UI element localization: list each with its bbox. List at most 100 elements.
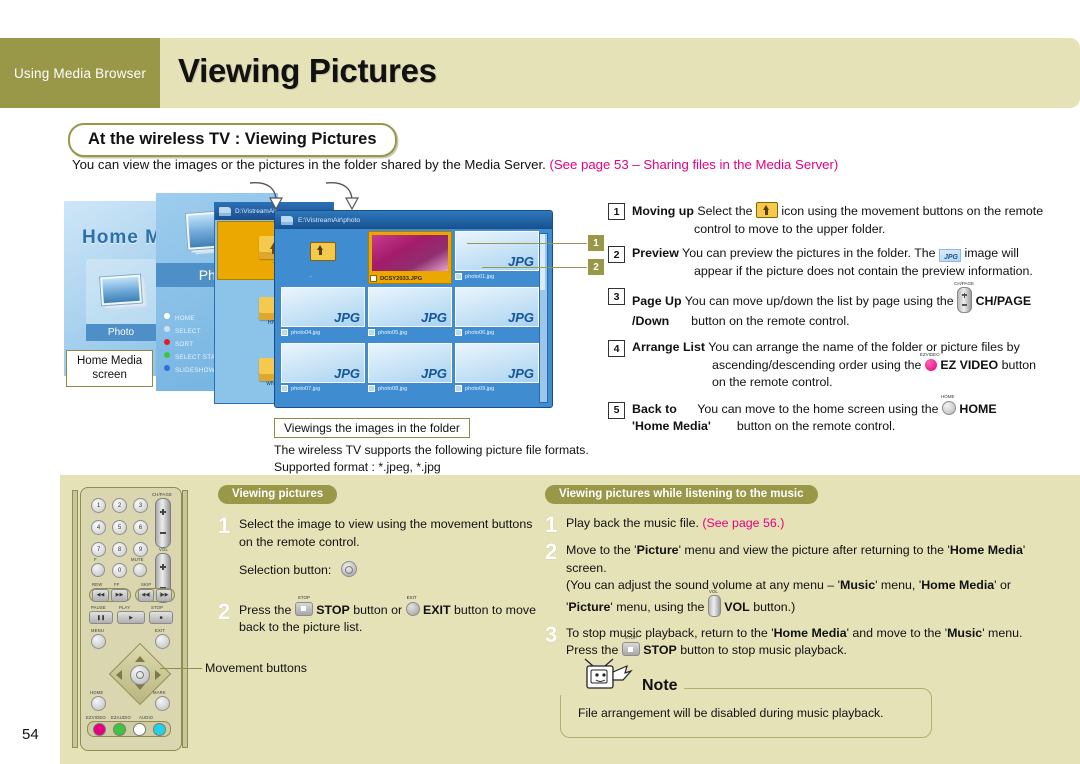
remote-key-9[interactable]: 9	[133, 542, 148, 557]
photo-stack-icon	[99, 273, 143, 307]
thumbnail-grid-shot: E:\VistreamAir\photo .. DCSY2033.JPG JPG	[274, 210, 553, 408]
thumbnail-item[interactable]: JPG photo01.jpg	[455, 231, 539, 284]
page-number: 54	[22, 726, 39, 743]
thumbnail-up-folder[interactable]: ..	[281, 231, 365, 284]
folder-note-label: Viewings the images in the folder	[274, 418, 470, 438]
vol-button-name: VOL	[724, 599, 750, 614]
remote-key-8[interactable]: 8	[112, 542, 127, 557]
exit-button-icon: EXIT	[405, 595, 420, 616]
thumbnail-name: ..	[309, 273, 313, 279]
instruction-line-2: ascending/descending order using the EZV…	[632, 352, 1036, 375]
remote-key-0[interactable]: 0	[112, 563, 127, 578]
checkbox-icon[interactable]	[281, 385, 288, 392]
step-text: Select the image to view using the movem…	[239, 516, 532, 580]
checkbox-icon[interactable]	[368, 385, 375, 392]
home-button-name: HOME	[959, 401, 997, 416]
checkbox-icon[interactable]	[455, 329, 462, 336]
instruction-body: Arrange List You can arrange the name of…	[632, 339, 1036, 392]
dpad-right-icon[interactable]	[155, 670, 161, 680]
remote-pause-button[interactable]: ❚❚	[89, 611, 113, 624]
thumbnail-image: JPG	[368, 287, 452, 327]
movement-buttons-leader	[160, 668, 202, 670]
thumbnail-scrollbar[interactable]	[539, 233, 548, 403]
dpad-up-icon[interactable]	[135, 656, 145, 662]
instruction-line-2: button on the remote control.	[691, 314, 850, 329]
thumbnail-item[interactable]: JPG photo07.jpg	[281, 343, 365, 396]
checkbox-icon[interactable]	[281, 329, 288, 336]
checkbox-icon[interactable]	[455, 385, 462, 392]
thumbnail-item[interactable]: JPG photo04.jpg	[281, 287, 365, 340]
remote-play-label: PLAY	[119, 605, 131, 610]
remote-ff-label: FF	[114, 582, 120, 587]
remote-skip-prev-button[interactable]: ◀◀|	[138, 588, 154, 602]
step-number: 1	[218, 513, 231, 538]
thumbnail-item[interactable]: JPG photo09.jpg	[455, 343, 539, 396]
remote-key-7[interactable]: 7	[91, 542, 106, 557]
remote-key-2[interactable]: 2	[112, 498, 127, 513]
remote-flash-button[interactable]	[91, 563, 105, 577]
remote-stop-label: STOP	[151, 605, 164, 610]
thumbnail-name: photo07.jpg	[291, 385, 321, 392]
instruction-number: 5	[608, 401, 625, 419]
remote-mute-button[interactable]	[133, 563, 147, 577]
remote-skip-next-button[interactable]: |▶▶	[156, 588, 172, 602]
callout-leader-2	[482, 267, 587, 268]
flow-arrow-icon	[325, 182, 360, 211]
remote-key-4[interactable]: 4	[91, 520, 106, 535]
step2-l3c: ' menu, '	[875, 578, 922, 593]
remote-menu-label: MENU	[91, 628, 105, 633]
thumbnail-item[interactable]: JPG photo08.jpg	[368, 343, 452, 396]
thumbnail-selected[interactable]: DCSY2033.JPG	[368, 231, 452, 284]
chpage-rocker-icon: CH/PAGE	[954, 281, 974, 314]
remote-chpage-rocker[interactable]	[155, 498, 171, 548]
remote-white-button[interactable]	[132, 722, 146, 736]
instruction-after: image will	[961, 246, 1019, 261]
thumbnail-image: JPG	[455, 231, 539, 271]
page-title: Viewing Pictures	[178, 52, 437, 89]
remote-ff-button[interactable]: ▶▶	[111, 588, 128, 602]
vol-rocker-icon: VOL	[707, 589, 721, 617]
remote-ezaudio-button[interactable]	[112, 722, 126, 736]
step-line-1: Select the image to view using the movem…	[239, 517, 533, 531]
remote-mark-button[interactable]	[155, 696, 170, 711]
step2-l4c: ' menu, using the	[610, 599, 708, 614]
remote-audio-button[interactable]	[152, 722, 166, 736]
remote-control-illustration: 1 2 3 4 5 6 7 8 9 F 0 MUTE CH/PAGE VOL R…	[72, 487, 188, 751]
remote-audio-label: AUDIO	[139, 715, 154, 720]
remote-key-1[interactable]: 1	[91, 498, 106, 513]
remote-home-label: HOME	[90, 690, 104, 695]
instruction-before: You can arrange the name of the folder o…	[704, 340, 1020, 355]
remote-ezvideo-button[interactable]	[92, 722, 106, 736]
step-number: 3	[545, 621, 558, 647]
remote-home-button[interactable]	[91, 696, 106, 711]
remote-key-6[interactable]: 6	[133, 520, 148, 535]
remote-color-buttons-group	[87, 721, 171, 737]
lower-left-step-2: 2 Press the STOP STOP button or EXIT EXI…	[218, 595, 538, 637]
dpad-select-button[interactable]	[130, 665, 150, 685]
instruction-before: You can move to the home screen using th…	[676, 401, 942, 416]
remote-rew-button[interactable]: ◀◀	[92, 588, 109, 602]
remote-key-3[interactable]: 3	[133, 498, 148, 513]
selection-button-row: Selection button:	[239, 561, 532, 580]
dpad-left-icon[interactable]	[116, 670, 122, 680]
remote-stop-button[interactable]: ■	[149, 611, 173, 624]
step3-l1b: Home Media	[773, 625, 847, 640]
step-pre: Press the	[239, 602, 295, 617]
checkbox-icon[interactable]	[370, 275, 377, 282]
stop-icon-label: STOP	[297, 594, 310, 600]
legend-item-slideshow: SLIDESHOW	[164, 365, 215, 374]
home-media-caption: Home Media screen	[66, 350, 154, 387]
remote-ezaudio-label: EZAUDIO	[111, 715, 132, 720]
thumbnail-item[interactable]: JPG photo05.jpg	[368, 287, 452, 340]
movement-buttons-label: Movement buttons	[205, 661, 307, 675]
legend-label-slideshow: SLIDESHOW	[175, 367, 215, 374]
thumbnail-name: photo09.jpg	[465, 385, 495, 392]
remote-key-5[interactable]: 5	[112, 520, 127, 535]
viewing-with-music-column: Viewing pictures while listening to the …	[545, 484, 1065, 660]
remote-play-button[interactable]: ▶	[117, 611, 145, 624]
folder-note-line-2: Supported format : *.jpeg, *.jpg	[274, 460, 441, 475]
checkbox-icon[interactable]	[455, 273, 462, 280]
remote-menu-button[interactable]	[91, 634, 106, 649]
checkbox-icon[interactable]	[368, 329, 375, 336]
thumbnail-item[interactable]: JPG photo06.jpg	[455, 287, 539, 340]
